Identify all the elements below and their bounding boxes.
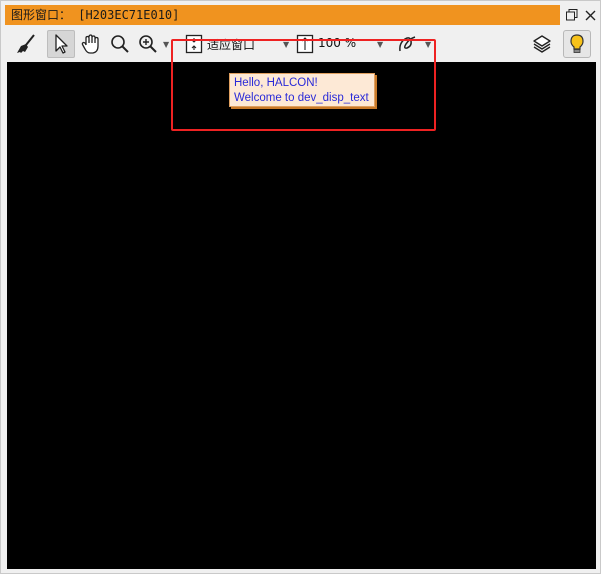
close-icon[interactable] <box>580 5 600 25</box>
zoom-level-icon[interactable] <box>294 30 316 58</box>
toolbar: ▼ 适应窗口 ▼ 100 % ▼ ▼ <box>5 28 598 61</box>
pointer-icon[interactable] <box>47 30 75 58</box>
fit-window-label[interactable]: 适应窗口 <box>207 36 255 53</box>
zoom-dropdown-chevron-icon[interactable]: ▼ <box>163 40 169 49</box>
draw-dropdown-chevron-icon[interactable]: ▼ <box>425 40 431 49</box>
lightbulb-icon[interactable] <box>563 30 591 58</box>
magnifier-icon[interactable] <box>107 30 133 58</box>
broom-icon[interactable] <box>13 30 39 58</box>
layers-icon[interactable] <box>529 30 555 58</box>
overlay-text-line-1: Hello, HALCON! <box>234 77 318 89</box>
fit-dropdown-chevron-icon[interactable]: ▼ <box>283 40 289 49</box>
overlay-text-line-2: Welcome to dev_disp_text <box>234 92 369 104</box>
image-canvas[interactable] <box>7 62 596 569</box>
zoom-level-value[interactable]: 100 % <box>318 36 356 50</box>
fit-window-icon[interactable] <box>183 30 205 58</box>
overlay-text-box: Hello, HALCON! Welcome to dev_disp_text <box>229 73 375 107</box>
zoom-in-icon[interactable] <box>135 30 161 58</box>
restore-window-icon[interactable] <box>562 5 582 25</box>
freehand-draw-icon[interactable] <box>393 30 423 58</box>
window-title: 图形窗口： [H203EC71E010] <box>5 5 560 25</box>
hand-icon[interactable] <box>78 30 104 58</box>
graphics-window: 图形窗口： [H203EC71E010] ▼ 适应窗口 ▼ 100 % ▼ ▼ … <box>0 0 601 574</box>
zoom-level-chevron-icon[interactable]: ▼ <box>377 40 383 49</box>
